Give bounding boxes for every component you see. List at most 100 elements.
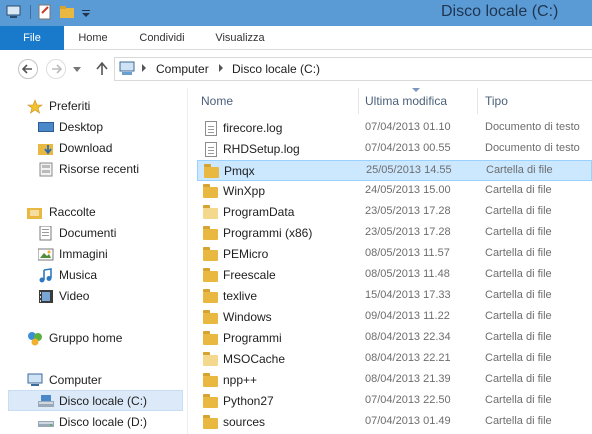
file-modified: 08/04/2013 22.34 <box>365 331 451 343</box>
properties-icon[interactable] <box>37 4 53 20</box>
nav-label: Gruppo home <box>49 331 123 345</box>
file-row[interactable]: WinXpp 24/05/2013 15.00 Cartella di file <box>197 181 592 202</box>
nav-computer[interactable]: Computer <box>0 370 185 391</box>
nav-label: Raccolte <box>49 205 96 219</box>
column-header-type[interactable]: Tipo <box>485 90 508 112</box>
nav-item-music[interactable]: Musica <box>0 265 185 286</box>
forward-button[interactable] <box>46 59 66 79</box>
file-row[interactable]: texlive 15/04/2013 17.33 Cartella di file <box>197 286 592 307</box>
file-type: Cartella di file <box>485 184 552 196</box>
file-row[interactable]: Programmi (x86) 23/05/2013 17.28 Cartella … <box>197 223 592 244</box>
file-name: RHDSetup.log <box>223 142 300 156</box>
folder-icon <box>203 289 219 304</box>
file-name: Python27 <box>223 394 274 408</box>
nav-label: Download <box>59 141 113 155</box>
document-icon-shape <box>205 142 217 157</box>
nav-item-pictures[interactable]: Immagini <box>0 244 185 265</box>
nav-item-recent[interactable]: Risorse recenti <box>0 159 185 180</box>
nav-label: Computer <box>49 373 102 387</box>
column-header-modified[interactable]: Ultima modifica <box>365 90 447 112</box>
file-row[interactable]: npp++ 08/04/2013 21.39 Cartella di file <box>197 370 592 391</box>
nav-label: Preferiti <box>49 99 91 113</box>
file-modified: 08/04/2013 21.39 <box>365 373 451 385</box>
file-name: sources <box>223 415 266 429</box>
column-divider[interactable] <box>358 88 359 114</box>
pictures-icon <box>38 248 54 261</box>
file-name: PEMicro <box>223 247 269 261</box>
nav-item-drive-c[interactable]: Disco locale (C:) <box>8 390 183 411</box>
nav-item-video[interactable]: Video <box>0 286 185 307</box>
file-row[interactable]: Freescale 08/05/2013 11.48 Cartella di fil… <box>197 265 592 286</box>
file-type: Cartella di file <box>485 310 552 322</box>
nav-favorites[interactable]: Preferiti <box>0 96 185 117</box>
nav-libraries[interactable]: Raccolte <box>0 202 185 223</box>
file-type: Cartella di file <box>485 289 552 301</box>
up-arrow-icon[interactable] <box>96 62 108 76</box>
libraries-icon <box>27 208 42 219</box>
address-segment-drive[interactable]: Disco locale (C:) <box>232 62 320 76</box>
file-row[interactable]: Python27 07/04/2013 22.50 Cartella di file <box>197 391 592 412</box>
recent-locations-icon[interactable] <box>73 67 81 73</box>
computer-icon[interactable] <box>6 4 22 20</box>
customize-quick-access-icon[interactable] <box>80 4 92 20</box>
file-type: Cartella di file <box>485 247 552 259</box>
tab-file[interactable]: File <box>0 26 64 50</box>
chevron-right-icon[interactable] <box>142 64 146 72</box>
download-folder-icon <box>38 144 53 155</box>
nav-homegroup[interactable]: Gruppo home <box>0 328 185 349</box>
back-arrow-icon <box>22 64 32 74</box>
folder-icon <box>203 226 219 241</box>
file-row[interactable]: Windows 09/04/2013 11.22 Cartella di file <box>197 307 592 328</box>
file-row[interactable]: Pmqx 25/05/2013 14.55 Cartella di file <box>197 160 592 181</box>
nav-item-download[interactable]: Download <box>0 138 185 159</box>
file-type: Documento di testo <box>485 142 580 154</box>
folder-icon-shape <box>203 394 218 408</box>
desktop-icon <box>38 122 54 132</box>
file-type: Cartella di file <box>485 415 552 427</box>
forward-arrow-icon <box>52 64 62 74</box>
folder-icon-shape <box>203 205 218 219</box>
file-row[interactable]: PEMicro 08/05/2013 11.57 Cartella di file <box>197 244 592 265</box>
nav-item-documents[interactable]: Documenti <box>0 223 185 244</box>
tab-share[interactable]: Condividi <box>130 26 194 50</box>
folder-icon-shape <box>203 415 218 429</box>
folder-icon <box>203 205 219 220</box>
documents-icon <box>39 226 52 241</box>
file-name: Freescale <box>223 268 276 282</box>
folder-icon-shape <box>203 331 218 345</box>
navigation-pane: Preferiti Desktop Download Risorse recen… <box>0 88 185 434</box>
address-segment-computer[interactable]: Computer <box>156 62 209 76</box>
file-name: ProgramData <box>223 205 295 219</box>
chevron-right-icon[interactable] <box>219 64 223 72</box>
file-type: Documento di testo <box>485 121 580 133</box>
file-row[interactable]: Programmi 08/04/2013 22.34 Cartella di fil… <box>197 328 592 349</box>
nav-item-desktop[interactable]: Desktop <box>0 117 185 138</box>
file-type: Cartella di file <box>485 226 552 238</box>
file-row[interactable]: ProgramData 23/05/2013 17.28 Cartella di f… <box>197 202 592 223</box>
column-divider[interactable] <box>477 88 478 114</box>
file-row[interactable]: firecore.log 07/04/2013 01.10 Documento di… <box>197 118 592 139</box>
file-row[interactable]: MSOCache 08/04/2013 22.21 Cartella di file <box>197 349 592 370</box>
back-button[interactable] <box>18 59 38 79</box>
file-row[interactable]: RHDSetup.log 07/04/2013 00.55 Documento di… <box>197 139 592 160</box>
file-row[interactable]: sources 07/04/2013 01.49 Cartella di file <box>197 412 592 433</box>
file-name: WinXpp <box>223 184 266 198</box>
file-modified: 23/05/2013 17.28 <box>365 226 451 238</box>
file-modified: 24/05/2013 15.00 <box>365 184 451 196</box>
folder-icon-shape <box>203 184 218 198</box>
folder-icon <box>203 394 219 409</box>
pane-divider[interactable] <box>187 88 188 434</box>
address-bar[interactable]: Computer Disco locale (C:) <box>114 57 592 81</box>
column-header-name[interactable]: Nome <box>201 90 233 112</box>
drive-icon <box>38 421 54 427</box>
file-type: Cartella di file <box>485 205 552 217</box>
tab-home[interactable]: Home <box>70 26 116 50</box>
folder-icon <box>203 247 219 262</box>
folder-icon <box>203 184 219 199</box>
new-folder-icon[interactable] <box>59 4 75 20</box>
document-icon <box>203 121 219 136</box>
tab-view[interactable]: Visualizza <box>207 26 273 50</box>
file-name: MSOCache <box>223 352 286 366</box>
nav-item-drive-d[interactable]: Disco locale (D:) <box>0 412 185 433</box>
nav-label: Desktop <box>59 120 104 134</box>
